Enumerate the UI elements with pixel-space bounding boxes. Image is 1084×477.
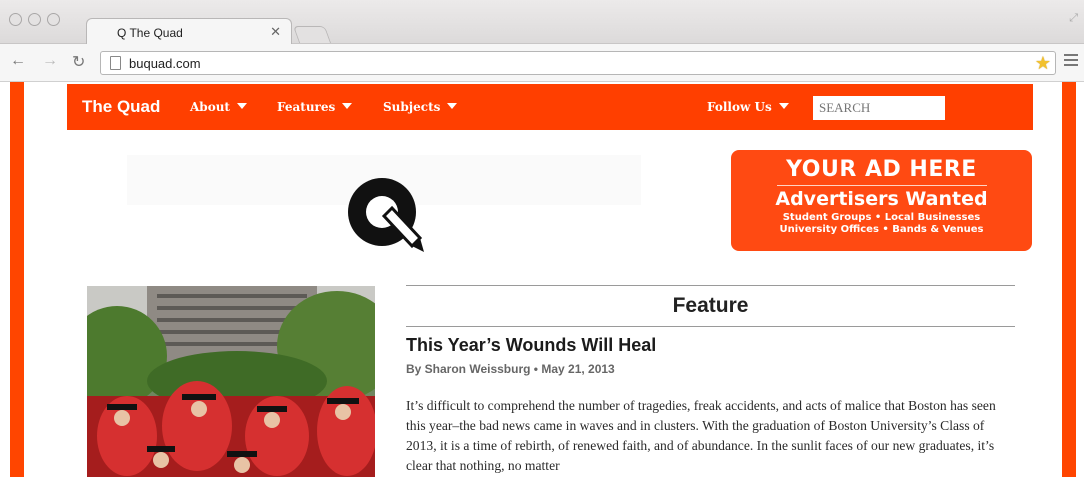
browser-tab[interactable]: Q The Quad ✕ [86,18,292,45]
quad-logo-icon[interactable] [340,172,430,256]
search-input[interactable] [813,96,945,120]
nav-follow-label: Follow Us [707,100,772,114]
new-tab-button[interactable] [292,26,332,43]
ad-detail-line-1: Student Groups • Local Businesses [782,212,981,223]
web-page: The Quad About Features Subjects Follow … [0,82,1084,477]
site-navigation: The Quad About Features Subjects Follow … [67,84,1033,130]
nav-features-label: Features [277,100,336,114]
caret-down-icon [447,103,458,109]
feature-rule-top [406,285,1015,286]
graduation-photo[interactable] [87,286,375,477]
nav-about-label: About [190,100,230,114]
forward-icon[interactable]: → [42,52,58,70]
tab-close-icon[interactable]: ✕ [270,24,281,40]
feature-rule-bottom [406,326,1015,327]
feature-heading: Feature [672,294,749,317]
browser-tab-bar: Q The Quad ✕ ⤢ [0,0,1084,45]
article-byline: By Sharon Weissburg • May 21, 2013 [406,362,615,376]
caret-down-icon [778,103,789,109]
nav-subjects-label: Subjects [383,100,441,114]
back-icon[interactable]: ← [10,52,26,70]
page-border-left [10,82,24,477]
nav-follow-us[interactable]: Follow Us [707,100,789,114]
caret-down-icon [236,103,247,109]
bookmark-star-icon[interactable]: ★ [1035,53,1051,74]
advertisement-banner[interactable]: YOUR AD HERE Advertisers Wanted Student … [731,150,1032,251]
ad-detail-line-2: University Offices • Bands & Venues [779,224,984,235]
minimize-window-button[interactable] [28,13,41,26]
close-window-button[interactable] [9,13,22,26]
caret-down-icon [342,103,353,109]
page-icon [110,56,121,70]
nav-subjects[interactable]: Subjects [383,100,458,114]
address-bar[interactable]: buquad.com ★ [100,51,1056,75]
ad-headline: YOUR AD HERE [786,157,977,182]
fullscreen-icon[interactable]: ⤢ [1069,12,1078,25]
article-excerpt: It’s difficult to comprehend the number … [406,398,996,473]
zoom-window-button[interactable] [47,13,60,26]
ad-subheadline: Advertisers Wanted [775,188,988,210]
article-title-link[interactable]: This Year’s Wounds Will Heal [406,335,656,356]
browser-menu-icon[interactable] [1064,54,1078,69]
site-brand-link[interactable]: The Quad [82,97,160,117]
ad-divider [776,185,987,186]
nav-features[interactable]: Features [277,100,353,114]
tab-title: Q The Quad [117,26,183,40]
browser-toolbar: ← → ↻ buquad.com ★ [0,44,1084,82]
url-text[interactable]: buquad.com [129,56,201,71]
page-border-right [1062,82,1076,477]
nav-about[interactable]: About [190,100,247,114]
reload-icon[interactable]: ↻ [72,52,85,72]
